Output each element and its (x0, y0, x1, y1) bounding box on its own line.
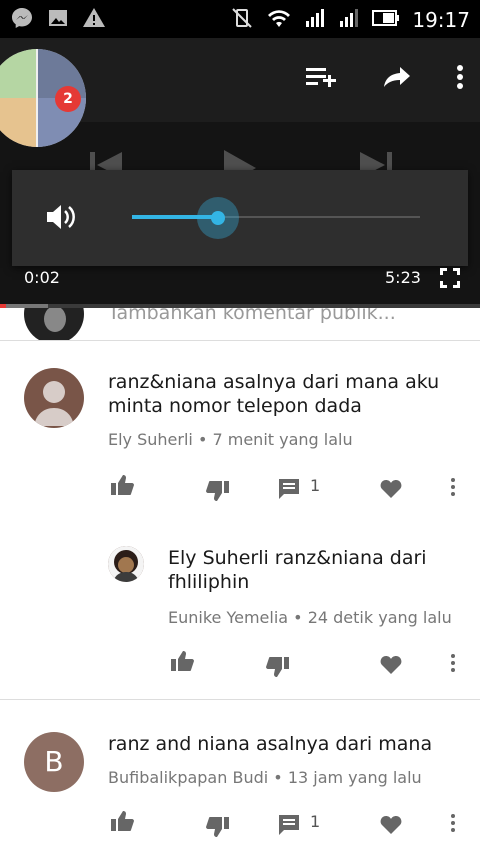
reply-count: 1 (310, 476, 321, 495)
dislike-icon[interactable] (266, 656, 290, 682)
reply-icon[interactable] (278, 478, 300, 504)
reply-meta: Eunike Yemelia • 24 detik yang lalu (168, 608, 452, 627)
current-time: 0:02 (24, 268, 60, 287)
reply-count: 1 (310, 812, 321, 831)
user-avatar-letter[interactable]: B (24, 732, 84, 792)
comment-menu-icon[interactable] (451, 478, 455, 499)
comment-time: 13 jam yang lalu (287, 768, 422, 787)
heart-icon[interactable] (380, 478, 402, 502)
status-time: 19:17 (412, 8, 470, 32)
comment-author[interactable]: Ely Suherli (108, 430, 193, 449)
separator-dot: • (197, 430, 208, 449)
duration: 5:23 (385, 268, 421, 287)
comment-menu-icon[interactable] (451, 814, 455, 835)
like-icon[interactable] (110, 810, 134, 836)
reply-icon[interactable] (278, 814, 300, 840)
video-player[interactable]: 2 0:02 5:23 (0, 38, 480, 308)
signal-icon-2 (338, 7, 360, 33)
comment-author[interactable]: Bufibalikpapan Budi (108, 768, 268, 787)
separator-dot: • (273, 768, 283, 787)
fullscreen-icon[interactable] (438, 266, 462, 294)
status-bar: 19:17 (0, 0, 480, 38)
share-icon[interactable] (382, 65, 412, 93)
notification-badge: 2 (55, 86, 81, 112)
dislike-icon[interactable] (206, 480, 230, 506)
more-options-icon[interactable] (456, 64, 464, 94)
battery-icon (372, 9, 400, 31)
reply-menu-icon[interactable] (451, 654, 455, 675)
comment-meta: Bufibalikpapan Budi • 13 jam yang lalu (108, 768, 422, 787)
wifi-icon (266, 7, 292, 33)
warning-icon (82, 6, 106, 34)
signal-icon (304, 7, 326, 33)
comment-text: ranz and niana asalnya dari mana (108, 733, 433, 755)
reply-author[interactable]: Eunike Yemelia (168, 608, 288, 627)
volume-slider-thumb[interactable] (197, 197, 240, 239)
comment-item: ranz&niana asalnya dari mana aku minta n… (0, 340, 480, 530)
separator-dot: • (293, 608, 303, 627)
comment-meta: Ely Suherli • 7 menit yang lalu (108, 430, 353, 449)
image-icon (46, 6, 70, 34)
reply-text: Ely Suherli ranz&niana dari fhliliphin (168, 547, 427, 593)
heart-icon[interactable] (380, 654, 402, 678)
vibrate-off-icon (230, 6, 254, 34)
add-comment-input[interactable]: Tambahkan komentar publik... (108, 308, 396, 324)
comment-text: ranz&niana asalnya dari mana aku minta n… (108, 371, 440, 417)
add-to-playlist-icon[interactable] (306, 65, 338, 93)
reply-avatar[interactable] (108, 546, 144, 582)
speaker-icon (44, 200, 78, 238)
add-comment-row[interactable]: Tambahkan komentar publik... (0, 308, 480, 341)
reply-item: Ely Suherli ranz&niana dari fhliliphin E… (0, 530, 480, 700)
comment-time: 7 menit yang lalu (212, 430, 353, 449)
reply-time: 24 detik yang lalu (307, 608, 452, 627)
messenger-icon (10, 6, 34, 34)
dislike-icon[interactable] (206, 816, 230, 842)
like-icon[interactable] (110, 474, 134, 500)
my-avatar (24, 308, 84, 340)
user-avatar[interactable] (24, 368, 84, 428)
heart-icon[interactable] (380, 814, 402, 838)
comment-item: B ranz and niana asalnya dari mana Bufib… (0, 700, 480, 854)
volume-panel (12, 170, 468, 266)
like-icon[interactable] (170, 650, 194, 676)
